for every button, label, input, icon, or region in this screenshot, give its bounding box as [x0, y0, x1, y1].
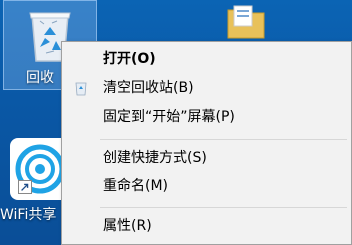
- menu-item-empty-recycle-bin[interactable]: 清空回收站(B): [62, 75, 351, 101]
- menu-separator: [100, 207, 347, 208]
- menu-item-label: 属性(R): [103, 218, 152, 234]
- wifi-share-label: WiFi共享: [0, 207, 57, 223]
- context-menu: 打开(O) 清空回收站(B) 固定到“开始”屏幕(P) 创建快捷方式(S) 重命…: [61, 41, 352, 245]
- menu-item-label: 打开(O): [103, 51, 156, 67]
- desktop-background: 回收 WiFi共享 打开(O) 清空回收站(B) 固定到“开始”屏幕(P) 创建…: [0, 0, 352, 245]
- menu-item-create-shortcut[interactable]: 创建快捷方式(S): [62, 145, 351, 171]
- menu-item-label: 重命名(M): [103, 178, 169, 194]
- menu-item-pin-to-start[interactable]: 固定到“开始”屏幕(P): [62, 104, 351, 130]
- menu-item-properties[interactable]: 属性(R): [62, 213, 351, 239]
- menu-item-rename[interactable]: 重命名(M): [62, 173, 351, 199]
- menu-item-label: 清空回收站(B): [103, 80, 194, 96]
- menu-item-label: 创建快捷方式(S): [103, 150, 207, 166]
- shortcut-arrow-icon: [18, 180, 32, 194]
- recycle-bin-icon: [75, 82, 87, 96]
- folder-icon[interactable]: [226, 4, 266, 40]
- menu-item-label: 固定到“开始”屏幕(P): [103, 109, 235, 125]
- menu-separator: [100, 139, 347, 140]
- recycle-bin-label: 回收: [26, 70, 54, 86]
- menu-item-open[interactable]: 打开(O): [62, 46, 351, 72]
